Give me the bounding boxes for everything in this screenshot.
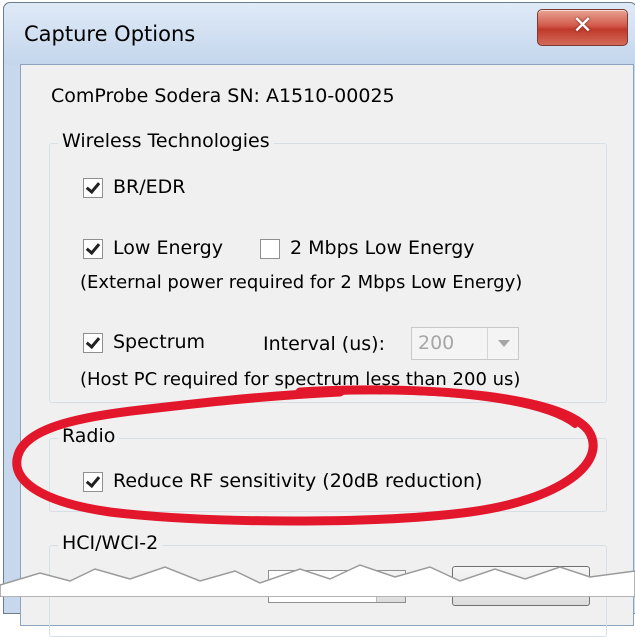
torn-edge bbox=[0, 564, 635, 597]
highlight-ring bbox=[12, 385, 598, 526]
